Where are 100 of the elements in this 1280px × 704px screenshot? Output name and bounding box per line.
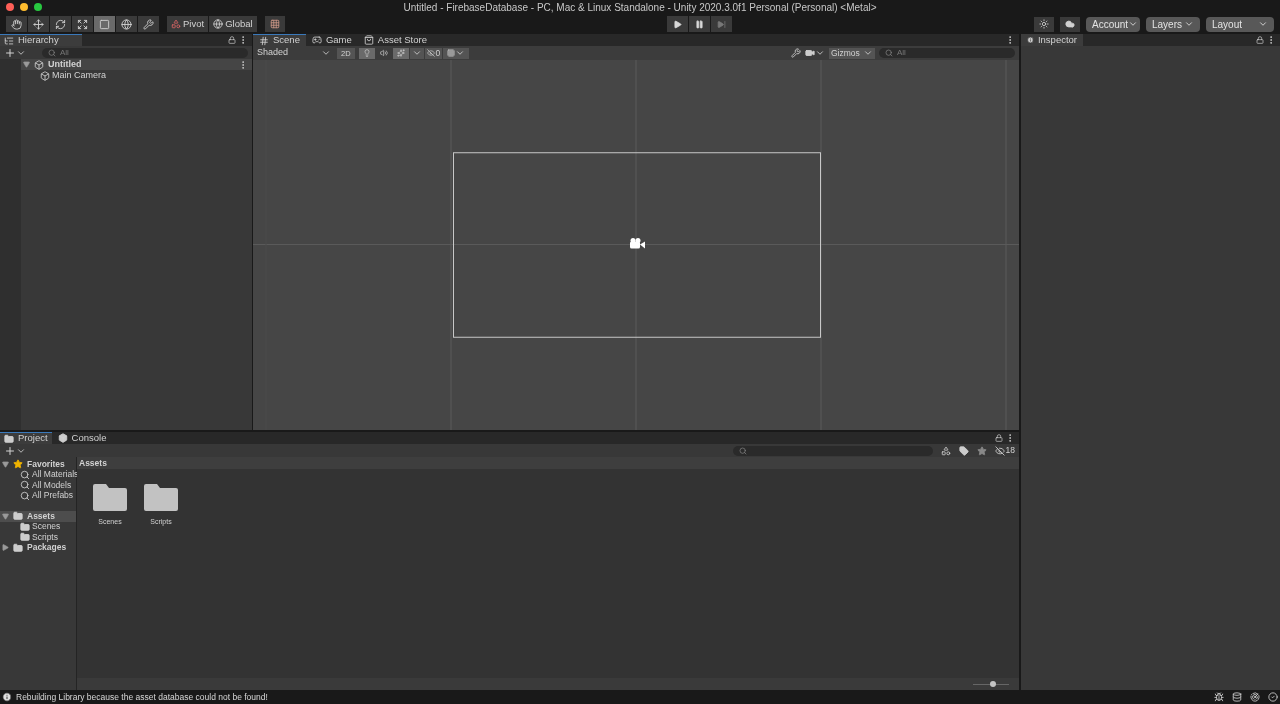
check-circle-icon[interactable] — [1268, 692, 1278, 702]
bag-icon — [363, 35, 374, 45]
grid-snap-button[interactable] — [264, 16, 285, 32]
expanded-caret-icon[interactable] — [2, 460, 9, 468]
radar-icon[interactable] — [1250, 692, 1260, 702]
plus-icon — [4, 46, 16, 59]
cloud-button[interactable] — [1060, 16, 1080, 32]
gizmos-dropdown[interactable]: Gizmos — [829, 47, 875, 59]
search-icon — [738, 446, 747, 455]
eye-off-icon — [994, 445, 1005, 456]
rect-tool-button[interactable] — [94, 16, 115, 32]
folder-icon — [20, 521, 30, 532]
hand-tool-button[interactable] — [6, 16, 27, 32]
expanded-caret-icon[interactable] — [23, 61, 30, 68]
folder-icon — [13, 542, 23, 553]
project-tree-item[interactable]: Assets — [0, 511, 76, 522]
gamepad-icon — [311, 35, 322, 45]
folder-icon — [13, 511, 23, 522]
lighting-toggle[interactable] — [358, 47, 375, 59]
search-icon — [20, 469, 30, 480]
project-tree-item[interactable]: Packages — [0, 542, 76, 553]
cloud-icon — [1065, 19, 1075, 29]
folder-icon[interactable] — [93, 482, 127, 512]
tools-icon[interactable] — [791, 48, 801, 58]
project-tree-item[interactable]: All Models — [0, 480, 76, 491]
hidden-objects-toggle[interactable]: 0 — [424, 47, 443, 59]
search-icon — [48, 48, 56, 57]
custom-tool-button[interactable] — [138, 16, 159, 32]
scene-view-tab[interactable]: Game — [305, 34, 358, 46]
folder-icon[interactable] — [144, 482, 178, 512]
grid-dropdown[interactable] — [443, 47, 470, 59]
breadcrumb[interactable]: Assets — [79, 456, 107, 470]
scale-tool-button[interactable] — [72, 16, 93, 32]
layout-dropdown[interactable]: Layout — [1206, 16, 1274, 32]
caret-icon — [455, 48, 466, 58]
scene-search-field[interactable]: All — [879, 48, 1015, 58]
eye-off-icon — [426, 49, 435, 57]
inspector-tab[interactable]: Inspector — [1021, 34, 1083, 46]
project-tree-item[interactable]: All Prefabs — [0, 490, 76, 501]
star-icon[interactable] — [976, 445, 987, 456]
bug-icon[interactable] — [1214, 692, 1224, 702]
folder-icon — [4, 433, 14, 444]
camera-dropdown[interactable] — [805, 48, 825, 58]
layers-dropdown[interactable]: Layers — [1146, 16, 1200, 32]
play-button[interactable] — [666, 16, 688, 32]
list-icon — [4, 35, 14, 46]
project-search-field[interactable] — [732, 445, 933, 456]
zoom-window-icon[interactable] — [34, 3, 42, 11]
create-button[interactable] — [4, 444, 26, 457]
status-message: Rebuilding Library because the asset database could not be found! — [16, 690, 269, 704]
close-window-icon[interactable] — [6, 3, 14, 11]
step-icon — [716, 19, 726, 29]
info-icon — [1027, 35, 1034, 45]
expanded-caret-icon[interactable] — [2, 512, 9, 520]
globe-icon — [121, 18, 132, 30]
minimize-window-icon[interactable] — [20, 3, 28, 11]
project-tree-item[interactable]: Scenes — [0, 521, 76, 532]
hidden-packages-toggle[interactable]: 18 — [994, 444, 1015, 457]
lock-icon[interactable] — [228, 36, 236, 44]
hierarchy-item[interactable]: Main Camera — [21, 70, 252, 81]
caret-icon — [1258, 19, 1268, 29]
caret-icon — [863, 48, 873, 58]
hierarchy-tab[interactable]: Hierarchy — [0, 34, 82, 46]
caret-icon — [1184, 19, 1194, 29]
scene-view-tab[interactable]: Asset Store — [357, 34, 433, 46]
speaker-icon — [379, 49, 388, 57]
project-tree-item[interactable]: Favorites — [0, 459, 76, 470]
account-dropdown[interactable]: Account — [1086, 16, 1140, 32]
shapes-icon[interactable] — [940, 445, 951, 456]
step-button[interactable] — [710, 16, 732, 32]
play-icon — [672, 19, 682, 29]
move-tool-button[interactable] — [28, 16, 49, 32]
transform-tool-button[interactable] — [116, 16, 137, 32]
shading-dropdown[interactable]: Shaded — [255, 47, 333, 59]
pivot-button[interactable]: Pivot — [167, 16, 209, 32]
camera-icon — [805, 48, 815, 58]
tag-icon[interactable] — [958, 445, 969, 456]
effects-toggle[interactable] — [392, 47, 409, 59]
scene-row[interactable]: Untitled — [21, 59, 252, 70]
lock-icon[interactable] — [1256, 36, 1264, 44]
hierarchy-search-field[interactable]: All — [42, 47, 248, 58]
project-panel-tab[interactable]: Console — [53, 432, 111, 444]
move-arrows-icon — [33, 18, 44, 30]
camera-gizmo-icon[interactable] — [630, 238, 645, 249]
pause-button[interactable] — [688, 16, 710, 32]
database-icon[interactable] — [1232, 692, 1242, 702]
caret-icon — [321, 48, 331, 58]
lock-icon[interactable] — [995, 434, 1003, 442]
rotate-tool-button[interactable] — [50, 16, 71, 32]
global-button[interactable]: Global — [209, 16, 257, 32]
project-tree-item[interactable]: All Materials — [0, 469, 76, 480]
collab-button[interactable] — [1034, 16, 1054, 32]
scene-view-tab[interactable]: Scene — [253, 34, 306, 46]
plus-icon — [4, 444, 16, 457]
project-panel-tab[interactable]: Project — [0, 432, 52, 444]
globe-icon — [213, 19, 224, 29]
collapsed-caret-icon[interactable] — [2, 544, 9, 552]
create-button[interactable] — [4, 46, 26, 59]
project-tree-item[interactable]: Scripts — [0, 532, 76, 543]
effects-menu-button[interactable] — [409, 47, 424, 59]
